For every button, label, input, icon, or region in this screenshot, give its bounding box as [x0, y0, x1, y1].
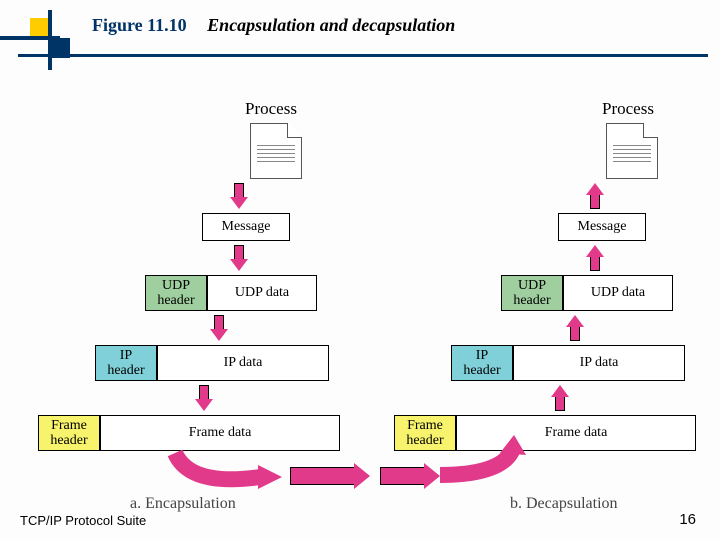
process-label: Process: [602, 99, 654, 119]
arrow-down-icon: [210, 315, 228, 341]
ip-data-box: IP data: [157, 345, 329, 381]
udp-data-box: UDP data: [563, 275, 673, 311]
document-icon: [606, 123, 658, 179]
figure-title: Figure 11.10 Encapsulation and decapsula…: [92, 15, 455, 36]
frame-header-box: Frame header: [38, 415, 100, 451]
process-label: Process: [245, 99, 297, 119]
arrow-down-icon: [230, 183, 248, 209]
udp-header-box: UDP header: [501, 275, 563, 311]
frame-data-box: Frame data: [100, 415, 340, 451]
message-box: Message: [558, 213, 646, 241]
document-icon: [250, 123, 302, 179]
subcaption-a: a. Encapsulation: [130, 495, 236, 513]
arrow-up-icon: [551, 385, 569, 411]
arrow-down-icon: [230, 245, 248, 271]
arrow-up-icon: [586, 245, 604, 271]
figure-caption: Encapsulation and decapsulation: [207, 15, 455, 35]
slide-logo: [30, 18, 70, 58]
title-rule: [18, 54, 708, 57]
figure-number: Figure 11.10: [92, 15, 187, 35]
ip-header-box: IP header: [451, 345, 513, 381]
ip-header-box: IP header: [95, 345, 157, 381]
message-box: Message: [202, 213, 290, 241]
right-arrow-icon: [290, 463, 370, 489]
arrow-up-icon: [586, 183, 604, 209]
arrow-down-icon: [195, 385, 213, 411]
udp-header-box: UDP header: [145, 275, 207, 311]
page-number: 16: [679, 511, 696, 528]
ip-data-box: IP data: [513, 345, 685, 381]
right-arrow-icon: [380, 463, 440, 489]
subcaption-b: b. Decapsulation: [510, 495, 618, 513]
curve-arrow-icon: [170, 453, 290, 498]
arrow-up-icon: [566, 315, 584, 341]
udp-data-box: UDP data: [207, 275, 317, 311]
curve-arrow-icon: [440, 445, 540, 496]
footer-text: TCP/IP Protocol Suite: [20, 513, 146, 528]
